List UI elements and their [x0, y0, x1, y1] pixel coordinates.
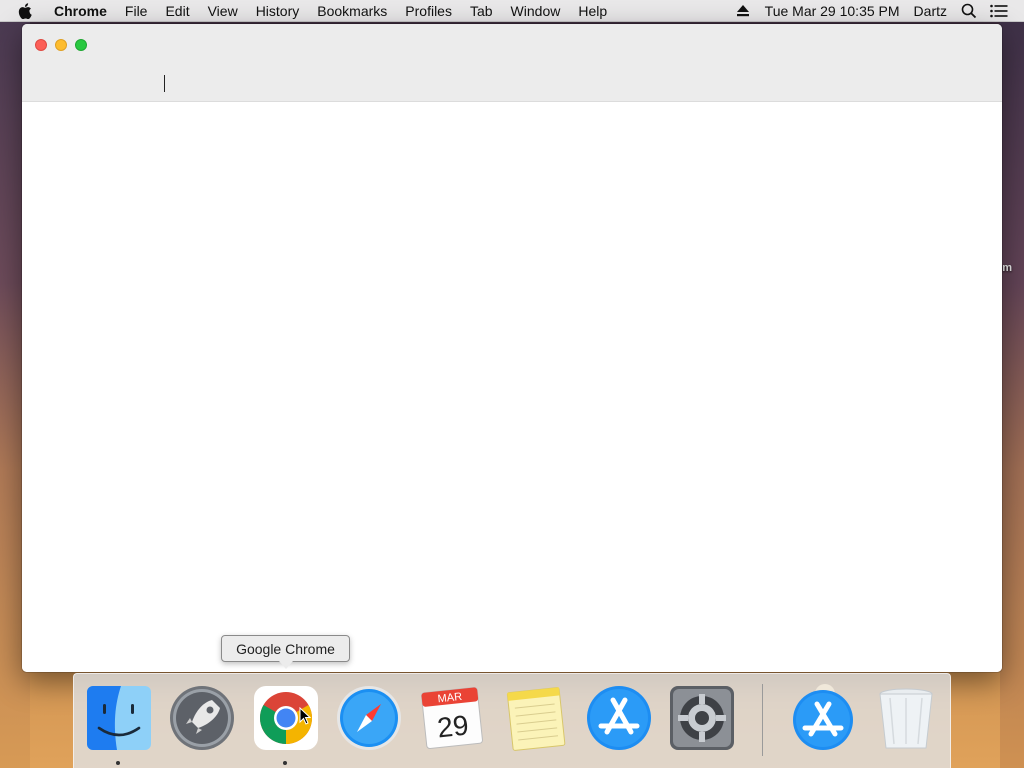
window-titlebar[interactable] — [22, 24, 1002, 102]
dock-tooltip: Google Chrome — [221, 635, 350, 662]
menu-help[interactable]: Help — [569, 0, 616, 22]
downloads-icon[interactable] — [789, 684, 857, 752]
system-preferences-icon[interactable] — [668, 684, 736, 752]
menu-history[interactable]: History — [247, 0, 309, 22]
menu-extras: Tue Mar 29 10:35 PM Dartz — [728, 0, 1024, 22]
apple-icon[interactable] — [18, 2, 40, 19]
close-button[interactable] — [35, 39, 47, 51]
page-content[interactable] — [22, 102, 1002, 672]
menu-edit[interactable]: Edit — [156, 0, 198, 22]
trash-icon[interactable] — [872, 684, 940, 752]
zoom-button[interactable] — [75, 39, 87, 51]
eject-icon[interactable] — [728, 0, 758, 22]
launchpad-icon[interactable] — [168, 684, 236, 752]
spotlight-icon[interactable] — [954, 0, 984, 22]
safari-icon[interactable] — [335, 684, 403, 752]
menu-window[interactable]: Window — [502, 0, 570, 22]
dock-separator — [762, 684, 763, 756]
menu-file[interactable]: File — [116, 0, 157, 22]
text-cursor — [164, 75, 165, 92]
finder-icon[interactable] — [85, 684, 153, 765]
tooltip-arrow — [279, 661, 293, 669]
notes-icon[interactable] — [502, 684, 570, 752]
desktop-wallpaper-right — [1000, 22, 1024, 768]
app-store-icon[interactable] — [585, 684, 653, 752]
calendar-icon[interactable]: MAR 29 — [418, 684, 486, 752]
menu-view[interactable]: View — [199, 0, 247, 22]
dock: MAR 29 — [73, 673, 951, 768]
running-indicator — [116, 761, 120, 765]
calendar-month: MAR — [437, 691, 463, 705]
menu-bar: Chrome File Edit View History Bookmarks … — [0, 0, 1024, 22]
chrome-window — [22, 24, 1002, 672]
running-indicator — [283, 761, 287, 765]
desktop-icon-label[interactable]: m — [1002, 262, 1012, 274]
mouse-cursor-icon — [299, 706, 312, 730]
menu-clock[interactable]: Tue Mar 29 10:35 PM — [758, 0, 907, 22]
menu-app-name[interactable]: Chrome — [40, 0, 116, 22]
window-controls — [35, 39, 87, 51]
menu-user[interactable]: Dartz — [907, 0, 954, 22]
menu-profiles[interactable]: Profiles — [396, 0, 461, 22]
menu-bookmarks[interactable]: Bookmarks — [308, 0, 396, 22]
calendar-day: 29 — [436, 709, 470, 743]
notification-center-icon[interactable] — [984, 0, 1014, 22]
minimize-button[interactable] — [55, 39, 67, 51]
menu-tab[interactable]: Tab — [461, 0, 502, 22]
